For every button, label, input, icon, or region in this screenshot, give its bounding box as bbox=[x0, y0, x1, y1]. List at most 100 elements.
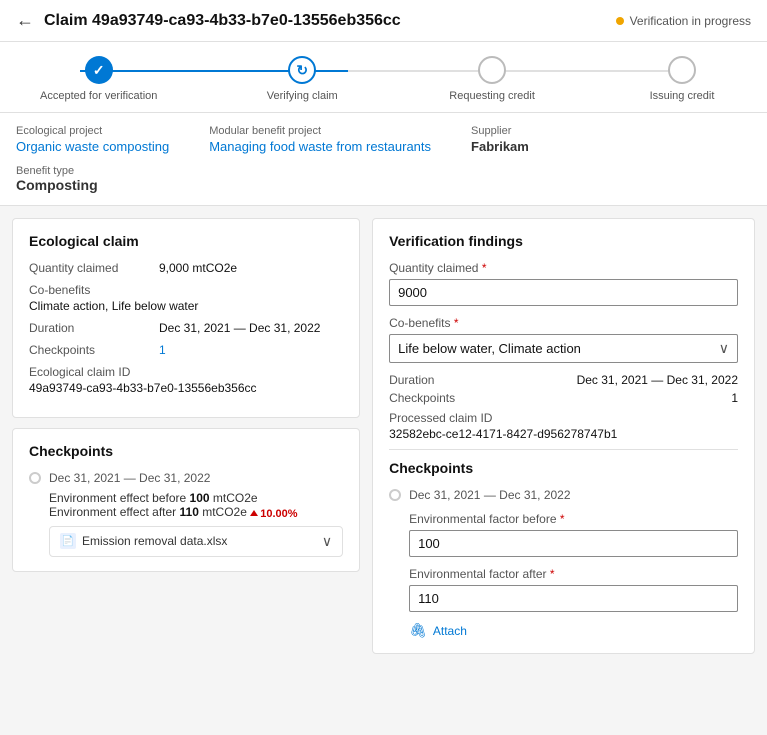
ecological-project-label: Ecological project bbox=[16, 125, 169, 137]
step-requesting: Requesting credit bbox=[447, 56, 537, 102]
right-checkpoint-date-row: Dec 31, 2021 — Dec 31, 2022 bbox=[389, 488, 738, 502]
project-info-section: Ecological project Organic waste compost… bbox=[0, 113, 767, 206]
factor-after-required: * bbox=[550, 567, 555, 581]
right-checkpoint-date-text: Dec 31, 2021 — Dec 31, 2022 bbox=[409, 488, 570, 502]
modular-project-value[interactable]: Managing food waste from restaurants bbox=[209, 139, 431, 154]
step-accepted-label: Accepted for verification bbox=[40, 90, 157, 102]
supplier-value: Fabrikam bbox=[471, 139, 529, 154]
factor-after-label: Environmental factor after * bbox=[409, 567, 738, 581]
factor-after-input[interactable] bbox=[409, 585, 738, 612]
right-panel: Verification findings Quantity claimed *… bbox=[372, 218, 755, 654]
duration-row: Duration Dec 31, 2021 — Dec 31, 2022 bbox=[29, 321, 343, 335]
factor-before-required: * bbox=[560, 512, 565, 526]
vf-cobenefits-required: * bbox=[454, 316, 459, 330]
page-title: Claim 49a93749-ca93-4b33-b7e0-13556eb356… bbox=[44, 12, 606, 30]
claim-id-label: Ecological claim ID bbox=[29, 365, 343, 379]
ecological-project-value[interactable]: Organic waste composting bbox=[16, 139, 169, 154]
progress-stepper: ✓ Accepted for verification ↻ Verifying … bbox=[0, 42, 767, 113]
vf-checkpoints-row: Checkpoints 1 bbox=[389, 391, 738, 405]
factor-after-field: Environmental factor after * bbox=[409, 567, 738, 612]
vf-cobenefits-value: Life below water, Climate action bbox=[398, 341, 719, 356]
vf-checkpoints-value: 1 bbox=[731, 391, 738, 405]
checkpoint-effects: Environment effect before 100 mtCO2e Env… bbox=[49, 491, 343, 520]
vf-processed-id-value: 32582ebc-ce12-4171-8427-d956278747b1 bbox=[389, 427, 738, 441]
effect-before-unit: mtCO2e bbox=[213, 491, 258, 505]
quantity-label: Quantity claimed bbox=[29, 261, 159, 275]
paperclip-icon: 🖇 bbox=[409, 622, 427, 639]
vf-quantity-required: * bbox=[482, 261, 487, 275]
attach-label: Attach bbox=[433, 624, 467, 638]
percent-badge: 10.00% bbox=[250, 508, 297, 520]
cobenefits-label: Co-benefits bbox=[29, 283, 343, 297]
factor-before-input[interactable] bbox=[409, 530, 738, 557]
modular-project-field: Modular benefit project Managing food wa… bbox=[209, 125, 431, 154]
vf-duration-row: Duration Dec 31, 2021 — Dec 31, 2022 bbox=[389, 373, 738, 387]
checkpoint-item: Dec 31, 2021 — Dec 31, 2022 Environment … bbox=[29, 471, 343, 557]
checkpoint-circle-icon bbox=[29, 472, 41, 484]
step-issuing-circle bbox=[668, 56, 696, 84]
vf-duration-label: Duration bbox=[389, 373, 434, 387]
vf-processed-id-block: Processed claim ID 32582ebc-ce12-4171-84… bbox=[389, 411, 738, 441]
vf-cobenefits-label: Co-benefits * bbox=[389, 316, 738, 330]
back-button[interactable]: ← bbox=[16, 10, 34, 31]
checkpoint-date-row: Dec 31, 2021 — Dec 31, 2022 bbox=[29, 471, 343, 485]
cobenefits-value: Climate action, Life below water bbox=[29, 299, 343, 313]
dropdown-arrow-icon: ∨ bbox=[719, 340, 729, 357]
vf-duration-value: Dec 31, 2021 — Dec 31, 2022 bbox=[577, 373, 738, 387]
verification-findings-card: Verification findings Quantity claimed *… bbox=[372, 218, 755, 654]
duration-label: Duration bbox=[29, 321, 159, 335]
right-checkpoints-title: Checkpoints bbox=[389, 460, 738, 476]
cobenefits-block: Co-benefits Climate action, Life below w… bbox=[29, 283, 343, 313]
effect-before-label: Environment effect before bbox=[49, 491, 186, 505]
vf-quantity-input[interactable] bbox=[389, 279, 738, 306]
page-header: ← Claim 49a93749-ca93-4b33-b7e0-13556eb3… bbox=[0, 0, 767, 42]
step-issuing: Issuing credit bbox=[637, 56, 727, 102]
attach-button[interactable]: 🖇 Attach bbox=[409, 622, 467, 639]
step-verifying-label: Verifying claim bbox=[267, 90, 338, 102]
benefit-type-section: Benefit type Composting bbox=[16, 162, 751, 193]
quantity-value: 9,000 mtCO2e bbox=[159, 261, 237, 275]
benefit-type-label: Benefit type bbox=[16, 165, 74, 177]
modular-project-label: Modular benefit project bbox=[209, 125, 431, 137]
attach-section: 🖇 Attach bbox=[409, 622, 738, 639]
project-row-main: Ecological project Organic waste compost… bbox=[16, 125, 751, 154]
left-checkpoints-card: Checkpoints Dec 31, 2021 — Dec 31, 2022 … bbox=[12, 428, 360, 572]
checkpoint-date-text: Dec 31, 2021 — Dec 31, 2022 bbox=[49, 471, 210, 485]
file-icon: 📄 bbox=[60, 533, 76, 549]
vf-checkpoints-label: Checkpoints bbox=[389, 391, 455, 405]
checkpoints-label: Checkpoints bbox=[29, 343, 159, 357]
step-requesting-label: Requesting credit bbox=[449, 90, 535, 102]
right-checkpoint-circle-icon bbox=[389, 489, 401, 501]
benefit-type-value: Composting bbox=[16, 177, 98, 193]
status-badge: Verification in progress bbox=[616, 14, 751, 28]
claim-id-value: 49a93749-ca93-4b33-b7e0-13556eb356cc bbox=[29, 381, 343, 395]
supplier-label: Supplier bbox=[471, 125, 529, 137]
factor-before-field: Environmental factor before * bbox=[409, 512, 738, 557]
effect-after-line: Environment effect after 110 mtCO2e 10.0… bbox=[49, 505, 343, 520]
left-checkpoints-title: Checkpoints bbox=[29, 443, 343, 459]
verification-findings-title: Verification findings bbox=[389, 233, 738, 249]
file-attachment[interactable]: 📄 Emission removal data.xlsx ∨ bbox=[49, 526, 343, 557]
quantity-row: Quantity claimed 9,000 mtCO2e bbox=[29, 261, 343, 275]
factor-before-label: Environmental factor before * bbox=[409, 512, 738, 526]
vf-cobenefits-field: Co-benefits * Life below water, Climate … bbox=[389, 316, 738, 363]
vf-quantity-field: Quantity claimed * bbox=[389, 261, 738, 306]
step-accepted: ✓ Accepted for verification bbox=[40, 56, 157, 102]
duration-value: Dec 31, 2021 — Dec 31, 2022 bbox=[159, 321, 320, 335]
main-content: Ecological claim Quantity claimed 9,000 … bbox=[0, 206, 767, 666]
file-name: Emission removal data.xlsx bbox=[82, 534, 227, 548]
step-requesting-circle bbox=[478, 56, 506, 84]
vf-cobenefits-dropdown[interactable]: Life below water, Climate action ∨ bbox=[389, 334, 738, 363]
vf-processed-id-label: Processed claim ID bbox=[389, 411, 738, 425]
arrow-up-icon bbox=[250, 510, 258, 516]
left-panel: Ecological claim Quantity claimed 9,000 … bbox=[12, 218, 360, 654]
status-dot-icon bbox=[616, 17, 624, 25]
checkpoints-value[interactable]: 1 bbox=[159, 343, 166, 357]
effect-after-value: 110 bbox=[176, 505, 202, 519]
vf-quantity-label: Quantity claimed * bbox=[389, 261, 738, 275]
claim-id-block: Ecological claim ID 49a93749-ca93-4b33-b… bbox=[29, 365, 343, 395]
checkpoints-row: Checkpoints 1 bbox=[29, 343, 343, 357]
step-issuing-label: Issuing credit bbox=[650, 90, 715, 102]
right-checkpoints-section: Checkpoints Dec 31, 2021 — Dec 31, 2022 … bbox=[389, 449, 738, 639]
effect-before-value: 100 bbox=[186, 491, 213, 505]
